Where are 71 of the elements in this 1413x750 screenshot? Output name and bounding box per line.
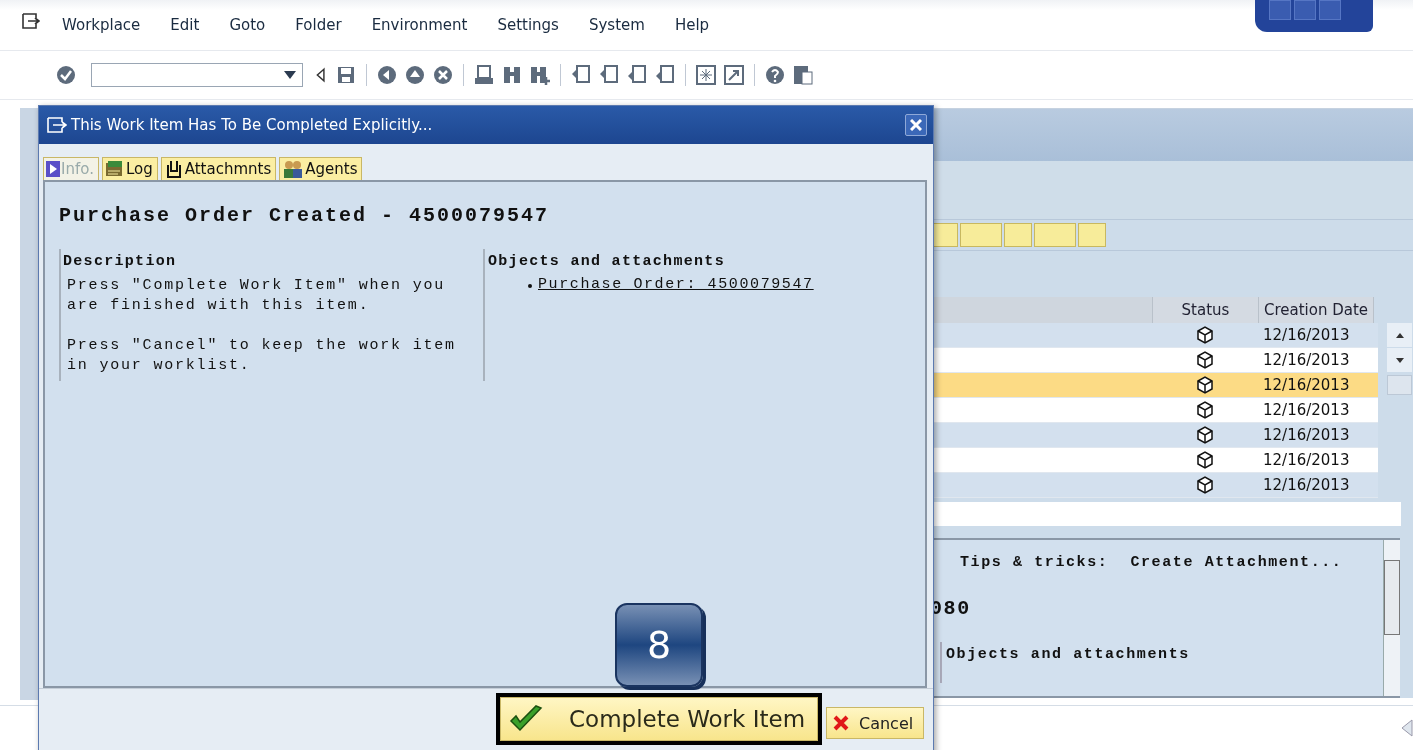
tab[interactable]: Log	[101, 157, 158, 180]
printer-icon[interactable]	[473, 64, 495, 86]
cube-icon	[1195, 425, 1215, 445]
date-cell-text: 12/16/2013	[1262, 450, 1351, 471]
close-icon	[910, 119, 922, 131]
menu-item[interactable]: Folder	[295, 16, 342, 34]
scroll-thumb[interactable]	[1387, 375, 1412, 395]
menu-item[interactable]: Goto	[229, 16, 266, 34]
dialog-menu-icon[interactable]	[47, 117, 67, 133]
section-heading: Objects and attachments	[488, 253, 726, 270]
up-icon[interactable]	[404, 64, 426, 86]
cube-icon	[1195, 375, 1215, 395]
shortcut-icon[interactable]	[723, 64, 745, 86]
dialog-title: This Work Item Has To Be Completed Explicitly...	[71, 116, 434, 134]
help-icon[interactable]	[764, 64, 786, 86]
caret-down-icon	[1395, 357, 1404, 363]
cube-icon	[1195, 325, 1215, 345]
cube-icon	[1195, 350, 1215, 370]
complete-button[interactable]: Complete Work Item	[500, 697, 818, 741]
tips-label: Tips & tricks:	[960, 554, 1109, 571]
scroll-up-button[interactable]	[1387, 323, 1412, 347]
cube-icon	[1195, 475, 1215, 495]
date-cell-text: 12/16/2013	[1262, 325, 1351, 346]
new-window-icon[interactable]	[695, 64, 717, 86]
triangle-icon[interactable]	[1401, 719, 1413, 737]
first-page-icon[interactable]	[570, 64, 592, 86]
cancel-icon[interactable]	[432, 64, 454, 86]
menu-item[interactable]: Edit	[170, 16, 200, 34]
date-cell-text: 12/16/2013	[1262, 375, 1351, 396]
previous-page-icon[interactable]	[598, 64, 620, 86]
menu-item[interactable]: Help	[674, 16, 710, 34]
date-cell-text: 12/16/2013	[1262, 350, 1351, 371]
cancel-button[interactable]: Cancel	[826, 707, 925, 739]
date-cell-text: 12/16/2013	[1262, 425, 1351, 446]
step-badge: 8	[615, 603, 703, 687]
dropdown-icon[interactable]	[284, 71, 296, 79]
bullet-icon	[528, 284, 532, 288]
vertical-scrollbar[interactable]	[1383, 540, 1400, 696]
people-icon	[282, 160, 305, 178]
save-icon[interactable]	[335, 64, 357, 86]
column-header[interactable]: Status	[1153, 297, 1259, 323]
scroll-down-button[interactable]	[1387, 348, 1412, 372]
date-cell-text: 12/16/2013	[1262, 475, 1351, 496]
menu-item[interactable]: System	[588, 16, 645, 34]
caret-up-icon	[1395, 332, 1404, 338]
section-heading: Description	[63, 253, 178, 270]
tab[interactable]: Agents	[279, 157, 363, 180]
log-icon	[104, 160, 125, 178]
binoculars-icon[interactable]	[501, 64, 523, 86]
tab[interactable]: Attachmnts	[160, 157, 277, 180]
description-text: Press "Cancel" to keep the work item in your worklist.	[67, 336, 457, 376]
column-header[interactable]: Creation Date	[1259, 297, 1374, 323]
date-cell-text: 12/16/2013	[1262, 400, 1351, 421]
binoculars-plus-icon[interactable]	[529, 64, 551, 86]
tips-link[interactable]: Create Attachment...	[1130, 554, 1343, 571]
checkmark-icon[interactable]	[55, 64, 77, 86]
cube-icon	[1195, 450, 1215, 470]
layout-icon[interactable]	[792, 64, 814, 86]
description-text: Press "Complete Work Item" when you are finished with this item.	[67, 276, 447, 316]
menu-item[interactable]: Settings	[497, 16, 559, 34]
menu-item[interactable]: Environment	[371, 16, 468, 34]
item-heading: Purchase Order Created - 4500079547	[59, 204, 551, 227]
checkmark-icon	[509, 705, 543, 733]
menu-item[interactable]: Workplace	[62, 16, 141, 34]
app-menu-icon[interactable]	[22, 13, 40, 29]
cross-icon	[833, 715, 849, 731]
play-icon	[46, 161, 60, 177]
back-icon[interactable]	[376, 64, 398, 86]
object-link[interactable]: Purchase Order: 4500079547	[538, 276, 814, 293]
command-field[interactable]	[91, 63, 303, 87]
cube-icon	[1195, 400, 1215, 420]
